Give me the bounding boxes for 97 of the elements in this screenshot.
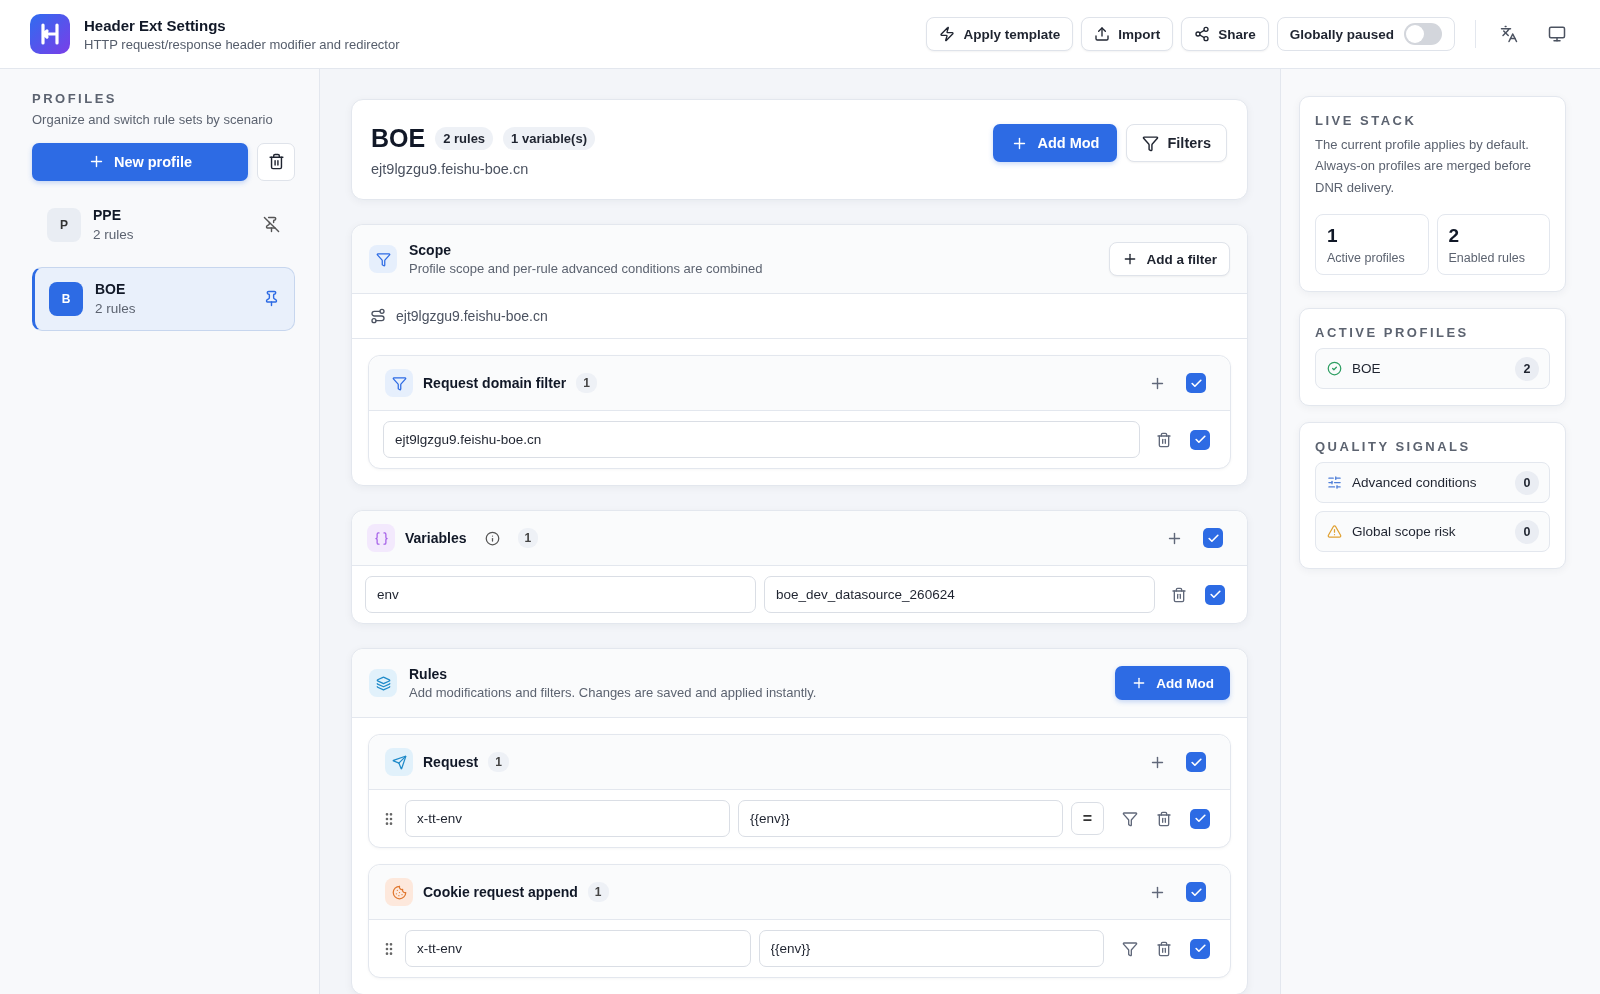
section-heading: PROFILES	[32, 91, 118, 106]
app-subtitle: HTTP request/response header modifier and redirector	[84, 36, 400, 52]
cookie-icon	[385, 878, 413, 906]
lightning-icon	[939, 26, 956, 42]
add-mod-button[interactable]: Add Mod	[993, 124, 1118, 162]
group-count: 1	[517, 528, 539, 548]
section-description: The current profile applies by default. Always-on profiles are merged before DNR delivery.	[1315, 136, 1533, 197]
profile-name: PPE	[93, 207, 122, 224]
section-heading: QUALITY SIGNALS	[1315, 439, 1472, 455]
rule-count: 2	[1515, 356, 1539, 381]
route-icon	[370, 308, 386, 324]
domain-field[interactable]: ejt9lgzgu9.feishu-boe.cn	[383, 421, 1140, 458]
filter-icon	[1142, 134, 1160, 152]
group-title: Cookie request append	[423, 884, 578, 900]
profile-avatar: B	[49, 281, 83, 316]
trash-icon	[267, 153, 285, 171]
group-title: Variables	[405, 530, 467, 546]
profile-item[interactable]: P PPE 2 rules	[32, 192, 295, 257]
check-icon	[1189, 376, 1203, 390]
scope-domain: ejt9lgzgu9.feishu-boe.cn	[396, 308, 548, 324]
header-value-field[interactable]: {{env}}	[758, 930, 1104, 967]
group-title: Request domain filter	[423, 375, 567, 391]
stat-value: 2	[1448, 225, 1461, 248]
share-icon	[1194, 26, 1211, 42]
operator-button[interactable]: =	[1071, 802, 1104, 835]
sliders-icon	[1327, 475, 1342, 491]
checkbox[interactable]	[1186, 752, 1206, 772]
section-description: Profile scope and per-rule advanced conditions are combined	[409, 261, 764, 276]
variable-value-field[interactable]: boe_dev_datasource_260624	[764, 576, 1155, 613]
pause-toggle[interactable]	[1404, 23, 1442, 45]
pin-off-icon[interactable]	[263, 216, 280, 234]
layers-icon	[369, 669, 397, 697]
check-icon	[1193, 812, 1207, 825]
add-mod-button[interactable]: Add Mod	[1115, 666, 1230, 700]
checkbox[interactable]	[1203, 528, 1223, 548]
stat-label: Active profiles	[1327, 251, 1406, 266]
profile-title: BOE	[371, 124, 426, 153]
toolbar-button[interactable]: Share	[1181, 17, 1269, 51]
stat-label: Enabled rules	[1448, 251, 1526, 266]
section-heading: ACTIVE PROFILES	[1315, 325, 1470, 341]
group-count: 1	[488, 752, 509, 772]
section-description: Add modifications and filters. Changes are saved and applied instantly.	[409, 685, 818, 700]
upload-icon	[1094, 26, 1111, 42]
check-icon	[1189, 755, 1203, 769]
group-title: Request	[423, 754, 479, 770]
header-value-field[interactable]: {{env}}	[738, 800, 1063, 837]
signal-label: Advanced conditions	[1352, 475, 1477, 491]
braces-icon	[367, 524, 395, 552]
check-icon	[1193, 433, 1207, 446]
section-description: Organize and switch rule sets by scenario	[32, 111, 274, 129]
new-profile-button[interactable]: New profile	[32, 142, 248, 181]
variable-name-field[interactable]: env	[365, 576, 756, 613]
check-icon	[1206, 531, 1220, 545]
send-icon	[385, 748, 413, 776]
section-title: Scope	[409, 242, 452, 258]
section-heading: LIVE STACK	[1315, 113, 1418, 128]
profile-rule-count: 2 rules	[93, 227, 135, 243]
check-icon	[1208, 588, 1222, 601]
check-icon	[1189, 885, 1203, 899]
pin-icon[interactable]	[263, 290, 280, 308]
app-title: Header Ext Settings	[84, 16, 227, 34]
group-count: 1	[576, 373, 597, 393]
add-filter-button[interactable]: Add a filter	[1109, 242, 1230, 276]
info-icon[interactable]	[484, 530, 500, 546]
signal-count: 0	[1515, 470, 1539, 495]
profile-item[interactable]: B BOE 2 rules	[32, 266, 295, 331]
group-count: 1	[587, 882, 609, 902]
checkbox[interactable]	[1205, 584, 1225, 605]
filters-button[interactable]: Filters	[1126, 124, 1227, 162]
signal-label: Global scope risk	[1352, 524, 1456, 540]
header-name-field[interactable]: x-tt-env	[405, 930, 751, 967]
section-title: Rules	[409, 666, 449, 682]
app-logo	[30, 14, 70, 54]
profile-badge: 2 rules	[435, 127, 494, 150]
toolbar-button[interactable]: Import	[1081, 17, 1174, 51]
header-name-field[interactable]: x-tt-env	[405, 800, 730, 837]
toolbar-button[interactable]: Apply template	[926, 17, 1074, 51]
check-circle-icon	[1327, 361, 1342, 377]
delete-button[interactable]	[257, 142, 295, 181]
profile-rule-count: 2 rules	[95, 301, 137, 317]
signal-count: 0	[1515, 519, 1539, 544]
checkbox[interactable]	[1190, 808, 1210, 829]
pause-label: Globally paused	[1289, 26, 1394, 42]
profile-badge: 1 variable(s)	[503, 127, 595, 150]
warning-icon	[1327, 524, 1342, 540]
filter-icon	[369, 245, 397, 273]
profile-domain: ejt9lgzgu9.feishu-boe.cn	[371, 161, 530, 177]
stat-value: 1	[1327, 225, 1339, 248]
filter-icon	[385, 369, 413, 397]
checkbox[interactable]	[1186, 882, 1206, 902]
profile-avatar: P	[47, 207, 81, 242]
checkbox[interactable]	[1190, 938, 1210, 959]
checkbox[interactable]	[1186, 373, 1206, 393]
checkbox[interactable]	[1190, 429, 1210, 450]
active-profile-name: BOE	[1352, 361, 1381, 377]
check-icon	[1193, 942, 1207, 955]
profile-name: BOE	[95, 281, 127, 298]
